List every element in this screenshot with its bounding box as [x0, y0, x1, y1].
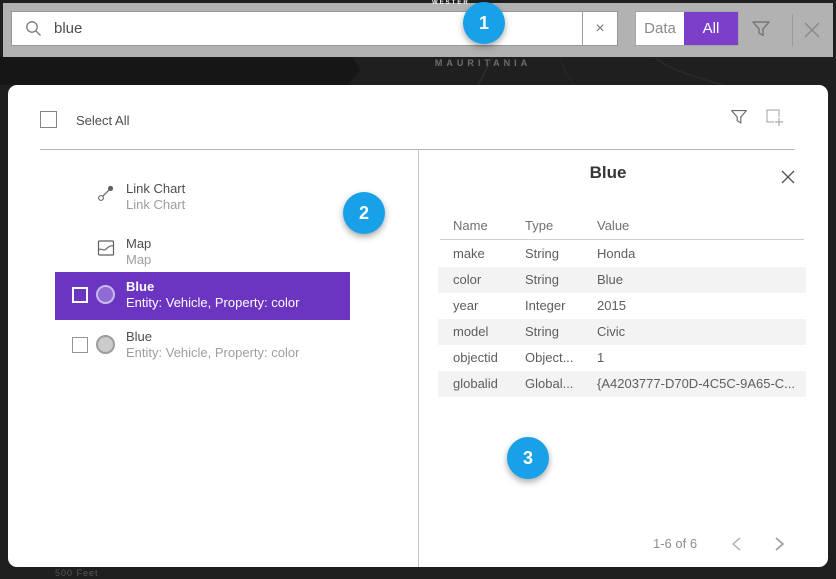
- search-close-button[interactable]: [799, 17, 825, 43]
- result-subtitle: Entity: Vehicle, Property: color: [126, 345, 299, 360]
- add-selection-icon: [763, 106, 785, 128]
- search-box: ×: [11, 11, 618, 46]
- result-title: Map: [126, 236, 151, 251]
- chevron-left-icon: [730, 537, 744, 551]
- result-title: Link Chart: [126, 181, 185, 196]
- cell-type: String: [525, 241, 559, 267]
- attribute-row: color String Blue: [438, 267, 806, 293]
- result-title: Blue: [126, 329, 152, 344]
- result-subtitle: Map: [126, 252, 151, 267]
- search-results-panel: Select All Link Chart Link Chart: [8, 85, 828, 567]
- scope-option-all[interactable]: All: [684, 12, 738, 45]
- result-checkbox[interactable]: [72, 287, 88, 303]
- search-toolbar: × Data All: [3, 3, 833, 57]
- details-title: Blue: [418, 163, 798, 183]
- cell-value: Blue: [597, 267, 623, 293]
- annotation-badge-2: 2: [343, 192, 385, 234]
- cell-value: 1: [597, 345, 604, 371]
- pagination-range: 1-6 of 6: [653, 536, 697, 551]
- map-scale-label: 500 Feet: [55, 568, 99, 578]
- table-header-divider: [440, 239, 804, 240]
- cell-type: Object...: [525, 345, 573, 371]
- map-label-western: WESTER: [432, 0, 470, 6]
- close-icon: [778, 167, 798, 187]
- map-icon: [96, 238, 116, 258]
- attribute-row: objectid Object... 1: [438, 345, 806, 371]
- column-header-type: Type: [525, 218, 553, 233]
- filter-icon: [749, 17, 773, 41]
- scope-toggle: Data All: [635, 11, 739, 46]
- cell-value: Honda: [597, 241, 635, 267]
- search-icon: [12, 12, 54, 45]
- cell-name: make: [453, 241, 485, 267]
- cell-name: year: [453, 293, 478, 319]
- filter-button[interactable]: [749, 17, 775, 43]
- list-details-divider: [418, 150, 419, 567]
- cell-name: model: [453, 319, 488, 345]
- annotation-badge-1: 1: [463, 2, 505, 44]
- result-subtitle: Entity: Vehicle, Property: color: [126, 295, 299, 310]
- map-label-mauritania: MAURITANIA: [408, 58, 558, 68]
- annotation-badge-3: 3: [507, 437, 549, 479]
- close-icon: [799, 17, 825, 43]
- entity-node-icon: [96, 285, 115, 304]
- scope-option-data[interactable]: Data: [636, 12, 684, 45]
- cell-name: color: [453, 267, 481, 293]
- attribute-row: model String Civic: [438, 319, 806, 345]
- add-to-selection-button[interactable]: [763, 106, 787, 130]
- result-subtitle: Link Chart: [126, 197, 185, 212]
- result-title: Blue: [126, 279, 154, 294]
- cell-value: 2015: [597, 293, 626, 319]
- result-checkbox[interactable]: [72, 337, 88, 353]
- cell-type: String: [525, 267, 559, 293]
- screen: WESTER MAURITANIA 500 Feet × Data All Se…: [0, 0, 836, 579]
- pagination-prev-button[interactable]: [730, 537, 744, 551]
- cell-type: Integer: [525, 293, 565, 319]
- link-chart-icon: [96, 183, 116, 203]
- cell-name: globalid: [453, 371, 498, 397]
- attribute-row: globalid Global... {A4203777-D70D-4C5C-9…: [438, 371, 806, 397]
- details-close-button[interactable]: [778, 167, 798, 187]
- select-all-label: Select All: [76, 113, 129, 128]
- cell-type: Global...: [525, 371, 573, 397]
- toolbar-divider: [792, 14, 793, 46]
- result-item-blue-selected[interactable]: Blue Entity: Vehicle, Property: color: [55, 272, 350, 320]
- result-item-blue[interactable]: Blue Entity: Vehicle, Property: color: [55, 322, 350, 370]
- cell-name: objectid: [453, 345, 498, 371]
- cell-value: {A4203777-D70D-4C5C-9A65-C...: [597, 371, 795, 397]
- result-item-map[interactable]: Map Map: [48, 228, 408, 272]
- pagination-next-button[interactable]: [772, 537, 786, 551]
- attribute-row: make String Honda: [438, 241, 806, 267]
- chevron-right-icon: [772, 537, 786, 551]
- cell-value: Civic: [597, 319, 625, 345]
- column-header-name: Name: [453, 218, 488, 233]
- entity-node-icon: [96, 335, 115, 354]
- results-filter-button[interactable]: [728, 106, 752, 130]
- cell-type: String: [525, 319, 559, 345]
- column-header-value: Value: [597, 218, 629, 233]
- attribute-row: year Integer 2015: [438, 293, 806, 319]
- search-clear-button[interactable]: ×: [582, 12, 617, 45]
- filter-icon: [728, 106, 750, 128]
- select-all-checkbox[interactable]: [40, 111, 57, 128]
